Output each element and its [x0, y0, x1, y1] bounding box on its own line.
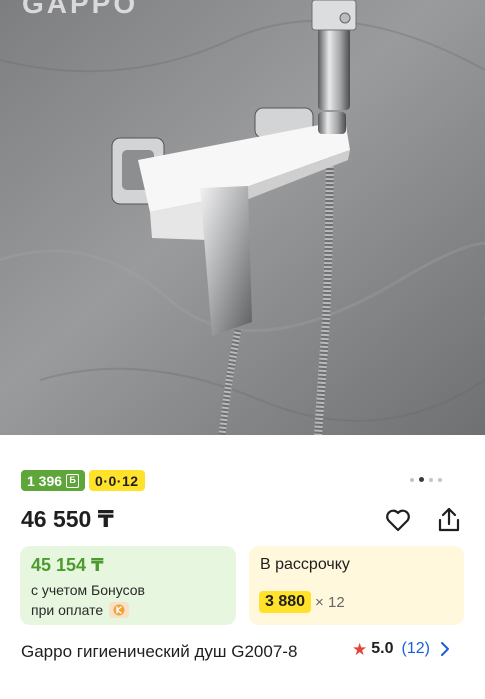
kaspi-icon: [109, 602, 130, 618]
chevron-right-icon[interactable]: [440, 641, 450, 657]
rating[interactable]: ★ 5.0 (12): [352, 640, 450, 658]
product-price: 46 550 ₸: [21, 506, 114, 532]
gallery-dot[interactable]: [429, 477, 433, 482]
bonus-price-card[interactable]: 45 154 ₸ с учетом Бонусов при оплате: [20, 546, 236, 625]
bonus-note-text: при оплате: [31, 602, 104, 618]
installment-title: В рассрочку: [260, 556, 350, 573]
gallery-dots: [410, 477, 442, 482]
bonus-badge-value: 1 396: [27, 472, 63, 489]
installment-row: 3 880 × 12: [259, 591, 345, 613]
installment-multiplier: × 12: [315, 593, 345, 611]
bonus-price: 45 154 ₸: [31, 555, 104, 575]
installment-card[interactable]: В рассрочку 3 880 × 12: [249, 546, 464, 625]
gallery-dot[interactable]: [410, 477, 414, 482]
rating-score: 5.0: [371, 640, 394, 657]
gallery-dot[interactable]: [419, 477, 424, 482]
product-title: Gappo гигиенический душ G2007-8: [21, 642, 298, 661]
bonus-icon: Б: [66, 473, 80, 488]
bonus-badge: 1 396 Б: [21, 470, 86, 491]
share-icon: [438, 507, 460, 532]
installment-badge: 0·0·12: [89, 470, 145, 491]
badges: 1 396 Б 0·0·12: [21, 470, 145, 491]
installment-amount: 3 880: [259, 591, 312, 613]
product-info: 1 396 Б 0·0·12 46 550 ₸ 45 154 ₸ с учето…: [0, 435, 485, 699]
heart-icon: [386, 509, 410, 532]
star-icon: ★: [352, 639, 368, 659]
product-photo[interactable]: GAPPO: [0, 0, 485, 435]
bonus-note-line1: с учетом Бонусов: [31, 582, 145, 598]
review-count[interactable]: (12): [402, 640, 430, 658]
favorite-button[interactable]: [383, 505, 413, 535]
gallery-dot[interactable]: [438, 477, 442, 482]
brand-watermark: GAPPO: [22, 0, 139, 19]
share-button[interactable]: [434, 505, 464, 535]
bonus-note-line2: при оплате: [31, 602, 130, 618]
